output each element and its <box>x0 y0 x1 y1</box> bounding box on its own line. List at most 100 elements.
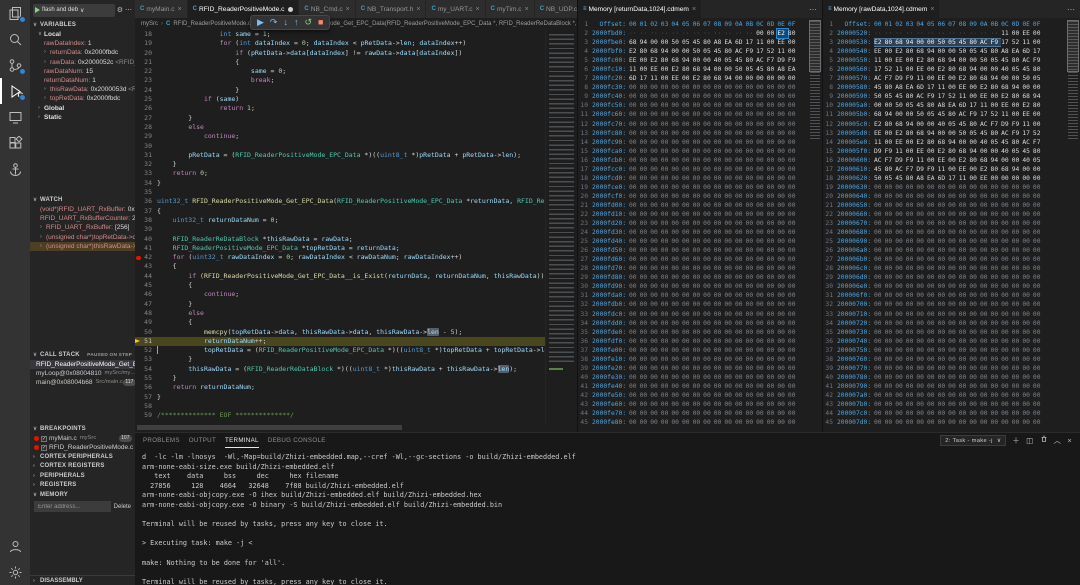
memory-byte[interactable]: 00 <box>661 418 672 427</box>
memory-byte[interactable]: 00 <box>916 382 927 391</box>
memory-byte[interactable]: 00 <box>693 291 704 300</box>
memory-byte[interactable]: 00 <box>1012 228 1023 237</box>
memory-byte[interactable]: 00 <box>959 291 970 300</box>
tab-memory-rawData[interactable]: ≡ Memory [rawData,1024].cdmem × <box>823 0 940 18</box>
memory-byte[interactable]: 00 <box>980 418 991 427</box>
memory-byte[interactable]: 00 <box>767 38 778 47</box>
memory-byte[interactable]: 00 <box>629 219 640 228</box>
memory-byte[interactable]: 00 <box>661 328 672 337</box>
memory-byte[interactable]: 00 <box>788 156 799 165</box>
memory-byte[interactable]: 00 <box>650 418 661 427</box>
memory-byte[interactable]: 00 <box>703 83 714 92</box>
memory-byte[interactable]: 00 <box>629 201 640 210</box>
memory-byte[interactable]: 00 <box>640 110 651 119</box>
memory-byte[interactable]: 00 <box>1001 373 1012 382</box>
memory-byte[interactable]: F9 <box>1012 120 1023 129</box>
gutter-line[interactable]: 57 <box>135 393 157 402</box>
section-header-peripherals[interactable]: ›PERIPHERALS <box>30 471 135 481</box>
memory-byte[interactable]: 00 <box>671 310 682 319</box>
watch-row[interactable]: ›(unsigned char*)topRetData->dat… <box>30 233 135 242</box>
breakpoint-row[interactable]: ✓myMain.cmySrc107 <box>30 434 135 443</box>
memory-byte[interactable]: 00 <box>671 337 682 346</box>
memory-byte[interactable]: 52 <box>767 47 778 56</box>
memory-byte[interactable]: 00 <box>735 300 746 309</box>
memory-byte[interactable]: 45 <box>714 47 725 56</box>
memory-byte[interactable]: 00 <box>1012 237 1023 246</box>
close-icon[interactable]: × <box>930 6 934 13</box>
memory-byte[interactable]: 00 <box>756 110 767 119</box>
memory-byte[interactable]: 00 <box>650 255 661 264</box>
memory-byte[interactable]: 00 <box>756 319 767 328</box>
memory-byte[interactable]: E2 <box>777 29 788 38</box>
memory-byte[interactable]: 00 <box>927 382 938 391</box>
memory-byte[interactable]: 00 <box>640 147 651 156</box>
gutter-line[interactable]: 33 <box>135 169 157 178</box>
memory-byte[interactable]: 00 <box>1012 382 1023 391</box>
memory-byte[interactable]: 00 <box>948 129 959 138</box>
memory-byte[interactable]: 00 <box>927 337 938 346</box>
memory-byte[interactable]: 00 <box>1033 291 1044 300</box>
memory-byte[interactable]: 00 <box>661 174 672 183</box>
memory-byte[interactable]: 00 <box>969 228 980 237</box>
memory-byte[interactable]: 11 <box>938 165 949 174</box>
memory-byte[interactable]: 00 <box>885 364 896 373</box>
disassembly-section-header[interactable]: › DISASSEMBLY <box>30 575 135 585</box>
memory-byte[interactable]: 50 <box>959 129 970 138</box>
memory-byte[interactable]: 00 <box>991 183 1002 192</box>
memory-byte[interactable]: 00 <box>703 337 714 346</box>
memory-byte[interactable]: 00 <box>724 210 735 219</box>
memory-byte[interactable]: 68 <box>959 65 970 74</box>
memory-byte[interactable]: 00 <box>714 138 725 147</box>
memory-byte[interactable]: 00 <box>885 210 896 219</box>
memory-byte[interactable]: 00 <box>682 391 693 400</box>
more-actions-icon[interactable]: ⋯ <box>1067 5 1075 14</box>
memory-byte[interactable]: 00 <box>959 319 970 328</box>
memory-byte[interactable]: 50 <box>693 47 704 56</box>
memory-byte[interactable]: 00 <box>746 282 757 291</box>
memory-byte[interactable]: 00 <box>682 228 693 237</box>
memory-byte[interactable]: 00 <box>1022 83 1033 92</box>
memory-byte[interactable]: 00 <box>756 237 767 246</box>
memory-byte[interactable]: 00 <box>969 183 980 192</box>
gutter-line[interactable]: 44 <box>135 272 157 281</box>
memory-byte[interactable]: EE <box>671 74 682 83</box>
memory-byte[interactable]: 00 <box>693 120 704 129</box>
memory-byte[interactable]: 00 <box>1012 192 1023 201</box>
memory-byte[interactable]: 00 <box>874 273 885 282</box>
memory-byte[interactable]: 00 <box>788 237 799 246</box>
memory-byte[interactable]: 00 <box>927 273 938 282</box>
memory-byte[interactable]: 00 <box>767 273 778 282</box>
memory-byte[interactable]: 00 <box>640 174 651 183</box>
memory-byte[interactable]: 00 <box>980 355 991 364</box>
memory-byte[interactable]: 00 <box>640 156 651 165</box>
memory-byte[interactable]: 00 <box>895 201 906 210</box>
memory-byte[interactable]: 00 <box>693 310 704 319</box>
memory-byte[interactable]: 00 <box>746 337 757 346</box>
memory-byte[interactable]: 00 <box>874 291 885 300</box>
memory-byte[interactable]: 00 <box>969 400 980 409</box>
memory-byte[interactable]: 11 <box>959 174 970 183</box>
memory-byte[interactable]: 00 <box>906 328 917 337</box>
memory-byte[interactable]: 00 <box>640 65 651 74</box>
memory-byte[interactable]: 80 <box>948 147 959 156</box>
memory-byte[interactable]: 00 <box>885 255 896 264</box>
memory-byte[interactable]: 17 <box>938 92 949 101</box>
memory-byte[interactable]: 00 <box>948 219 959 228</box>
memory-byte[interactable]: 00 <box>756 310 767 319</box>
memory-byte[interactable]: 00 <box>640 409 651 418</box>
memory-byte[interactable]: 00 <box>650 210 661 219</box>
memory-byte[interactable]: 80 <box>927 56 938 65</box>
memory-byte[interactable]: 00 <box>650 192 661 201</box>
memory-byte[interactable]: F9 <box>969 110 980 119</box>
memory-byte[interactable]: 00 <box>682 373 693 382</box>
memory-byte[interactable]: 00 <box>916 273 927 282</box>
close-icon[interactable]: × <box>525 6 529 13</box>
memory-byte[interactable]: AC <box>735 47 746 56</box>
memory-byte[interactable]: 00 <box>874 400 885 409</box>
memory-byte[interactable]: 00 <box>1012 337 1023 346</box>
memory-byte[interactable]: 80 <box>991 83 1002 92</box>
memory-byte[interactable]: 00 <box>906 300 917 309</box>
memory-byte[interactable]: 00 <box>916 201 927 210</box>
memory-byte[interactable]: 11 <box>916 74 927 83</box>
memory-byte[interactable]: 00 <box>959 282 970 291</box>
